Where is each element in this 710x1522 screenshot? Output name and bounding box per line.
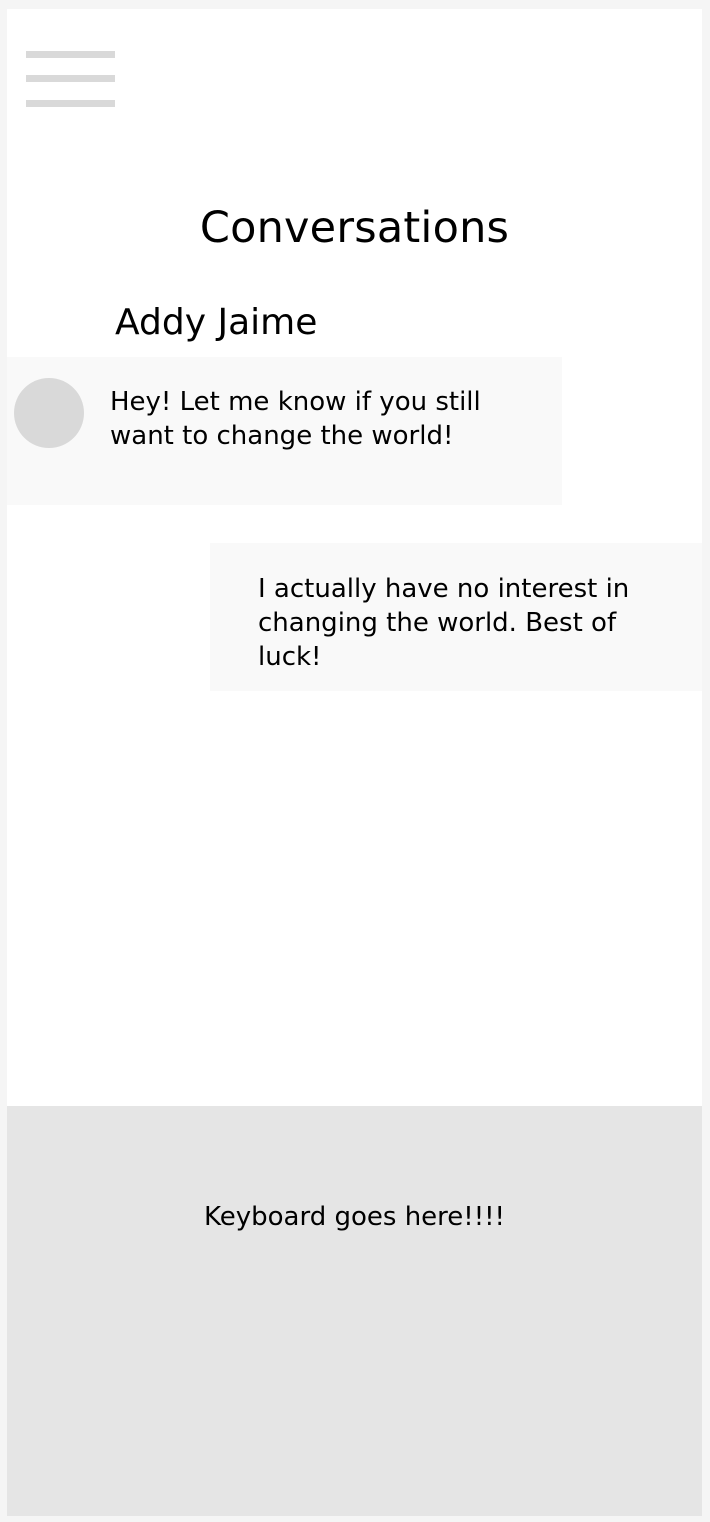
- avatar[interactable]: [14, 378, 84, 448]
- incoming-message-bubble: Hey! Let me know if you still want to ch…: [7, 357, 562, 505]
- keyboard-placeholder-label: Keyboard goes here!!!!: [204, 1202, 505, 1232]
- page-title: Conversations: [199, 203, 510, 253]
- outgoing-message-bubble: I actually have no interest in changing …: [210, 543, 702, 691]
- chat-screen: Conversations Addy Jaime Hey! Let me kno…: [7, 9, 702, 1516]
- menu-bar: [26, 75, 115, 82]
- outgoing-message-text: I actually have no interest in changing …: [258, 574, 630, 672]
- menu-bar: [26, 100, 115, 107]
- hamburger-menu-icon[interactable]: [26, 50, 116, 110]
- menu-bar: [26, 51, 115, 58]
- incoming-message-text: Hey! Let me know if you still want to ch…: [110, 387, 481, 451]
- contact-name: Addy Jaime: [115, 302, 318, 343]
- keyboard-area[interactable]: Keyboard goes here!!!!: [7, 1106, 702, 1516]
